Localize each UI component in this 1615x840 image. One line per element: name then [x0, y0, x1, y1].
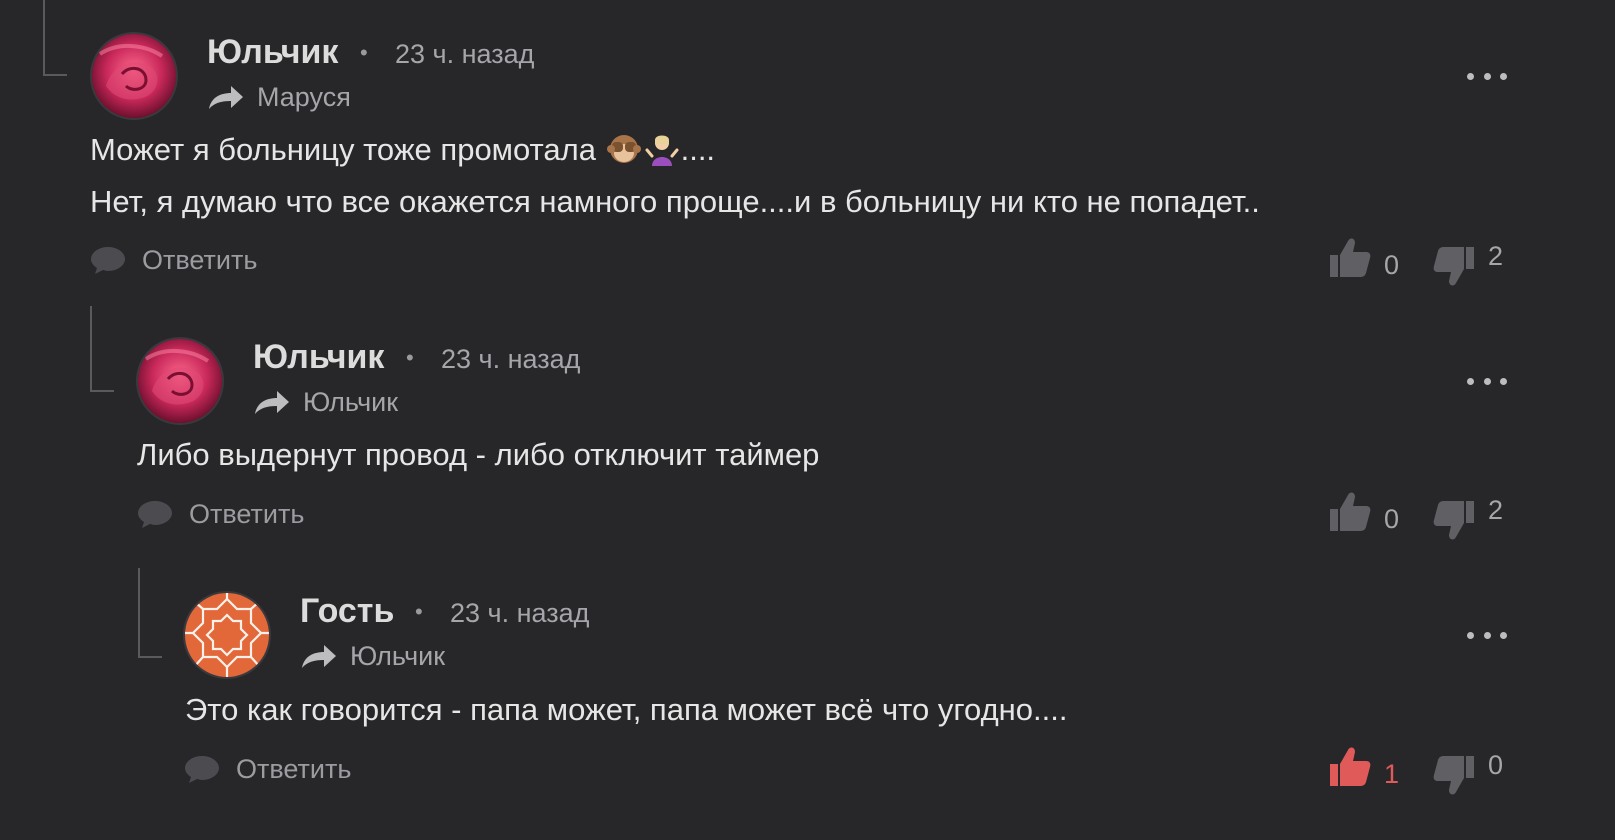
- timestamp: 23 ч. назад: [450, 598, 590, 628]
- separator-dot: •: [415, 599, 423, 624]
- like-count: 0: [1384, 250, 1400, 280]
- reply-to[interactable]: Маруся: [207, 82, 351, 113]
- comment-text: Либо выдернут провод - либо отключит тай…: [137, 437, 820, 472]
- reply-arrow-icon: [302, 644, 336, 668]
- comment-text: Нет, я думаю что все окажется намного пр…: [90, 184, 1260, 219]
- timestamp: 23 ч. назад: [395, 39, 535, 69]
- speech-bubble-icon: [138, 501, 172, 528]
- reply-to-name: Юльчик: [303, 387, 399, 417]
- reply-arrow-icon: [209, 85, 243, 109]
- thumbs-up-icon: [1330, 238, 1371, 277]
- dislike-button[interactable]: 2: [1432, 241, 1503, 289]
- thread-line: [138, 568, 162, 658]
- more-options-button[interactable]: [1467, 371, 1507, 391]
- dislike-button[interactable]: 0: [1432, 750, 1503, 798]
- see-no-evil-monkey-icon: [606, 135, 641, 163]
- thumbs-down-icon: [1433, 501, 1474, 540]
- thumbs-up-icon: [1330, 747, 1371, 786]
- reply-button[interactable]: Ответить: [184, 753, 351, 785]
- author-name[interactable]: Юльчик: [253, 338, 384, 377]
- reply-to-name: Юльчик: [350, 641, 446, 671]
- dislike-button[interactable]: 2: [1432, 495, 1503, 543]
- thumbs-up-icon: [1330, 492, 1371, 531]
- more-options-button[interactable]: [1467, 625, 1507, 645]
- reply-label: Ответить: [142, 244, 258, 275]
- speech-bubble-icon: [91, 247, 125, 274]
- author-name[interactable]: Юльчик: [207, 33, 338, 72]
- dislike-count: 2: [1488, 240, 1504, 271]
- reply-label: Ответить: [236, 753, 352, 784]
- thumbs-down-icon: [1433, 756, 1474, 795]
- reply-arrow-icon: [255, 390, 289, 414]
- reply-button[interactable]: Ответить: [137, 498, 304, 530]
- speech-bubble-icon: [185, 756, 219, 783]
- reply-to[interactable]: Юльчик: [253, 387, 398, 418]
- reply-to-name: Маруся: [257, 82, 351, 112]
- like-button[interactable]: 1: [1328, 741, 1399, 790]
- separator-dot: •: [406, 345, 414, 370]
- dislike-count: 2: [1488, 494, 1504, 525]
- reply-to[interactable]: Юльчик: [300, 641, 445, 672]
- dislike-count: 0: [1488, 749, 1504, 780]
- separator-dot: •: [360, 40, 368, 65]
- reply-label: Ответить: [189, 498, 305, 529]
- like-button[interactable]: 0: [1328, 486, 1399, 535]
- like-button[interactable]: 0: [1328, 232, 1399, 281]
- shrug-icon: [645, 135, 679, 166]
- thread-line: [90, 306, 114, 392]
- comment-text: Может я больницу тоже промотала ....: [90, 132, 716, 167]
- avatar[interactable]: [92, 34, 176, 118]
- avatar[interactable]: [185, 593, 269, 677]
- more-options-button[interactable]: [1467, 66, 1507, 86]
- like-count: 1: [1384, 759, 1400, 789]
- author-name[interactable]: Гость: [300, 592, 394, 631]
- like-count: 0: [1384, 504, 1400, 534]
- timestamp: 23 ч. назад: [441, 344, 581, 374]
- comment-text: Это как говорится - папа может, папа мож…: [185, 692, 1068, 727]
- reply-button[interactable]: Ответить: [90, 244, 257, 276]
- thumbs-down-icon: [1433, 247, 1474, 286]
- thread-line: [43, 0, 67, 76]
- avatar[interactable]: [138, 339, 222, 423]
